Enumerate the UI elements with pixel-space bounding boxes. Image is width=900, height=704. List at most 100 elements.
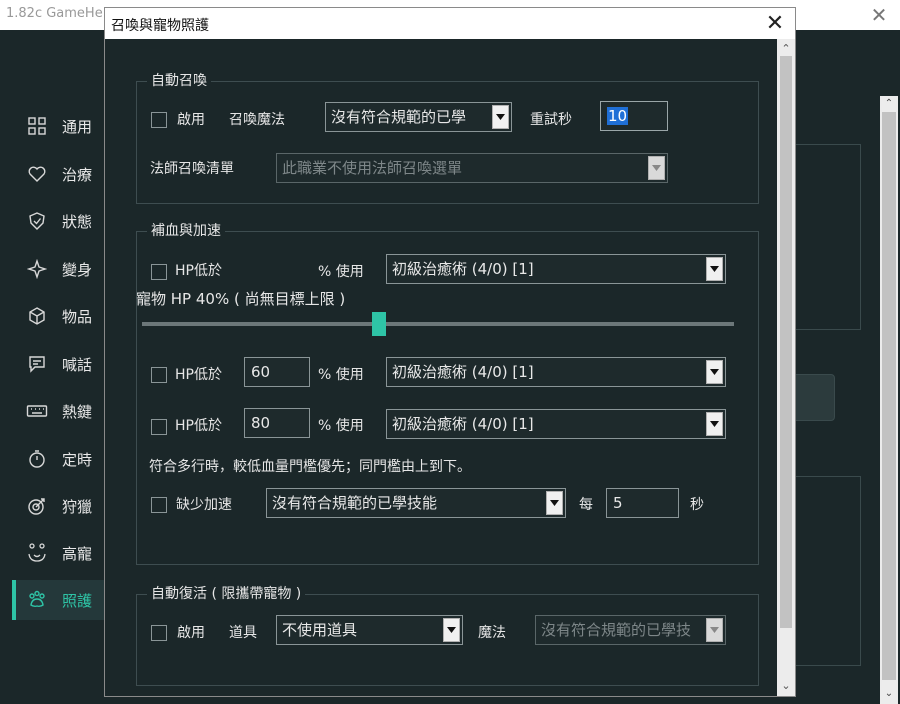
revive-item-select[interactable]: 不使用道具 [276,615,463,645]
dialog-titlebar: 召喚與寵物照護 ✕ [105,8,795,39]
scroll-down-arrow-icon[interactable]: ⌄ [880,686,898,702]
sidebar-item-label: 通用 [62,117,93,136]
pet-hp-slider-thumb[interactable] [371,312,386,336]
group-title: 自動復活 ( 限攜帶寵物 ) [147,585,306,603]
retry-seconds-label: 重試秒 [530,112,572,128]
sidebar-item-label: 熱鍵 [62,402,93,421]
scroll-up-arrow-icon[interactable]: ⌃ [777,41,795,57]
sidebar-item-advanced-pet[interactable]: 高寵 [12,533,104,573]
summon-magic-select[interactable]: 沒有符合規範的已學 [325,102,512,132]
box-icon [26,305,48,327]
group-title: 補血與加速 [147,222,225,240]
sidebar-item-label: 照護 [62,591,93,610]
sidebar-item-shout[interactable]: 喊話 [12,344,104,384]
percent-use-label: % 使用 [318,418,364,434]
chevron-down-icon[interactable] [706,360,723,384]
enable-label: 啟用 [177,112,205,128]
hp-row-2-threshold-input[interactable]: 60 [244,357,310,387]
chevron-down-icon[interactable] [648,156,665,180]
sidebar-item-heal[interactable]: 治療 [12,154,104,194]
sidebar-item-hunt[interactable]: 狩獵 [12,486,104,526]
select-value: 沒有符合規範的已學技能 [272,494,438,512]
chevron-down-icon[interactable] [706,412,723,436]
item-label: 道具 [229,625,257,641]
percent-use-label: % 使用 [318,367,364,383]
sidebar-item-items[interactable]: 物品 [12,296,104,336]
hp-below-label: HP低於 [175,263,222,279]
sidebar-item-care[interactable]: 照護 [12,580,104,620]
summon-magic-label: 召喚魔法 [229,112,285,128]
main-window-title: 1.82c GameHe [6,6,103,21]
auto-summon-group: 自動召喚 [136,72,759,204]
sidebar-item-label: 狩獵 [62,497,93,516]
chevron-down-icon[interactable] [546,491,563,515]
select-value: 初級治癒術 (4/0) [1] [392,415,534,433]
hp-row-1-spell-select[interactable]: 初級治癒術 (4/0) [1] [386,254,726,284]
sidebar-item-general[interactable]: 通用 [12,106,104,146]
select-value: 沒有符合規範的已學 [331,108,467,126]
mage-summon-list-select[interactable]: 此職業不使用法師召喚選單 [276,153,668,183]
shield-icon [26,210,48,232]
select-value: 不使用道具 [282,621,358,639]
select-value: 沒有符合規範的已學技 [541,621,692,639]
heart-icon [26,163,48,185]
hp-row-3-threshold-input[interactable]: 80 [244,408,310,438]
main-close-button[interactable]: ✕ [866,2,892,28]
pet-hp-label: 寵物 HP 40% ( 尚無目標上限 ) [136,290,346,308]
sidebar-item-label: 狀態 [62,212,93,231]
auto-summon-enable-checkbox[interactable] [151,112,167,128]
dialog-title: 召喚與寵物照護 [111,18,209,34]
revive-magic-select[interactable]: 沒有符合規範的已學技 [535,615,726,645]
group-title: 自動召喚 [147,72,211,90]
priority-note: 符合多行時，較低血量門檻優先；同門檻由上到下。 [149,459,471,475]
sidebar-item-label: 喊話 [62,355,93,374]
pet-hp-slider-track[interactable] [142,322,734,326]
sidebar-item-transform[interactable]: 變身 [12,249,104,289]
chevron-down-icon[interactable] [706,618,723,642]
grid-icon [26,115,48,137]
scroll-down-arrow-icon[interactable]: ⌄ [777,678,795,694]
paw-icon [26,589,48,611]
sidebar-item-label: 變身 [62,260,93,279]
hp-below-label: HP低於 [175,367,222,383]
scroll-up-arrow-icon[interactable]: ⌃ [880,96,898,112]
hp-row-2-checkbox[interactable] [151,367,167,383]
hp-below-label: HP低於 [175,418,222,434]
hp-row-3-checkbox[interactable] [151,419,167,435]
main-scrollbar[interactable]: ⌃ ⌄ [880,96,898,704]
scrollbar-thumb[interactable] [780,56,792,628]
sidebar-item-status[interactable]: 狀態 [12,201,104,241]
pet-care-dialog: 召喚與寵物照護 ✕ ⌃ ⌄ 自動召喚 啟用 召喚魔法 沒有符合規範的已學 重試秒… [104,7,796,697]
pet-face-icon [26,542,48,564]
scrollbar-thumb[interactable] [882,112,896,680]
magic-label: 魔法 [478,625,506,641]
chevron-down-icon[interactable] [443,618,460,642]
percent-use-label: % 使用 [318,264,364,280]
enable-label: 啟用 [177,625,205,641]
haste-skill-select[interactable]: 沒有符合規範的已學技能 [266,488,566,518]
hp-row-3-spell-select[interactable]: 初級治癒術 (4/0) [1] [386,409,726,439]
chat-icon [26,353,48,375]
sidebar-item-label: 治療 [62,165,93,184]
hp-row-2-spell-select[interactable]: 初級治癒術 (4/0) [1] [386,357,726,387]
dialog-close-button[interactable]: ✕ [757,10,793,37]
seconds-label: 秒 [690,497,704,513]
sidebar-item-hotkeys[interactable]: 熱鍵 [12,391,104,431]
haste-interval-input[interactable]: 5 [606,488,679,518]
haste-checkbox[interactable] [151,497,167,513]
select-value: 初級治癒術 (4/0) [1] [392,260,534,278]
sidebar-item-timer[interactable]: 定時 [12,439,104,479]
sparkle-icon [26,258,48,280]
hp-row-1-checkbox[interactable] [151,264,167,280]
retry-seconds-input[interactable]: 10 [600,101,668,131]
mage-summon-list-label: 法師召喚清單 [150,161,234,177]
chevron-down-icon[interactable] [492,105,509,129]
every-label: 每 [579,497,593,513]
select-value: 此職業不使用法師召喚選單 [282,159,463,177]
chevron-down-icon[interactable] [706,257,723,281]
sidebar-item-label: 物品 [62,307,93,326]
timer-icon [26,448,48,470]
auto-revive-enable-checkbox[interactable] [151,625,167,641]
keyboard-icon [26,400,48,422]
dialog-scrollbar[interactable]: ⌃ ⌄ [777,39,795,696]
